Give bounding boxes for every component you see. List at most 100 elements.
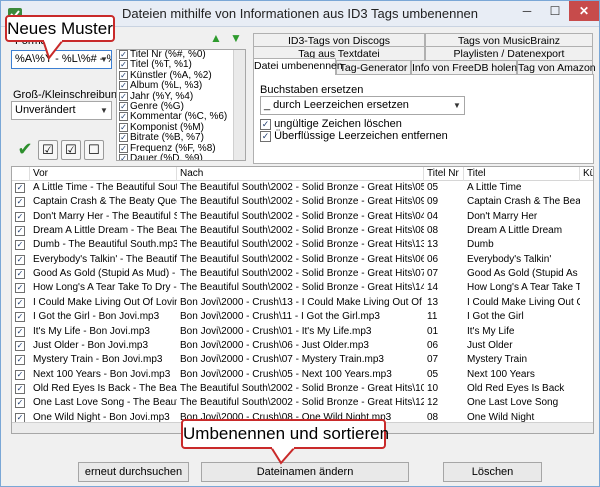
- check-selected-icon[interactable]: ☑: [38, 140, 58, 160]
- arrow-down-icon[interactable]: ▼: [229, 31, 243, 45]
- placeholder-field-list[interactable]: ✓ Titel Nr (%#, %0) ✓ Titel (%T, %1) ✓ Künstl…: [116, 49, 246, 161]
- header-after[interactable]: Nach: [177, 167, 424, 181]
- field-checkbox[interactable]: ✓: [119, 101, 128, 111]
- cell-track-no: 10: [427, 382, 439, 394]
- rescan-button[interactable]: erneut durchsuchen: [78, 462, 189, 482]
- replace-combo[interactable]: _ durch Leerzeichen ersetzen ▼: [260, 96, 465, 115]
- cell-track-no: 09: [427, 196, 439, 208]
- tab-freedb[interactable]: Info von FreeDB holen: [411, 60, 517, 75]
- row-checkbox[interactable]: ✓: [15, 398, 25, 409]
- cell-after: The Beautiful South\2002 - Solid Bronze …: [180, 397, 424, 409]
- file-list[interactable]: Vor Nach Titel Nr Titel Kü ✓ A Little Tim…: [11, 166, 594, 434]
- field-list-item[interactable]: ✓ Dauer (%D, %9): [117, 153, 245, 161]
- replace-label: Buchstaben ersetzen: [260, 84, 364, 96]
- tab-amazon[interactable]: Tag von Amazon: [517, 60, 596, 75]
- field-label: Dauer (%D, %9): [130, 153, 203, 161]
- tab-playlists[interactable]: Playlisten / Datenexport: [425, 46, 593, 61]
- row-checkbox[interactable]: ✓: [15, 254, 25, 265]
- row-checkbox[interactable]: ✓: [15, 211, 25, 222]
- cell-after: Bon Jovi\2000 - Crush\13 - I Could Make …: [180, 296, 424, 308]
- tab-rename[interactable]: Datei umbenennen: [253, 58, 343, 75]
- callout-pointer-icon: [41, 40, 65, 60]
- field-label: Genre (%G): [130, 101, 184, 113]
- row-checkbox[interactable]: ✓: [15, 326, 25, 337]
- row-checkbox[interactable]: ✓: [15, 240, 25, 251]
- field-checkbox[interactable]: ✓: [119, 60, 128, 70]
- table-row[interactable]: ✓ Next 100 Years - Bon Jovi.mp3 Bon Jovi\2…: [12, 368, 593, 382]
- minimize-button[interactable]: ─: [513, 1, 541, 21]
- field-checkbox[interactable]: ✓: [119, 122, 128, 132]
- table-row[interactable]: ✓ A Little Time - The Beautiful Sout... Th…: [12, 181, 593, 195]
- table-row[interactable]: ✓ It's My Life - Bon Jovi.mp3 Bon Jovi\200…: [12, 325, 593, 339]
- cell-before: Next 100 Years - Bon Jovi.mp3: [33, 368, 171, 380]
- row-checkbox[interactable]: ✓: [15, 312, 25, 323]
- checkbox-empty-icon[interactable]: ☐: [84, 140, 104, 160]
- option-extra-spaces[interactable]: ✓ Überflüssige Leerzeichen entfernen: [260, 130, 448, 142]
- cell-before: Just Older - Bon Jovi.mp3: [33, 339, 149, 351]
- field-checkbox[interactable]: ✓: [119, 133, 128, 143]
- case-value: Unverändert: [15, 104, 76, 116]
- field-label: Titel Nr (%#, %0): [130, 49, 206, 61]
- cell-track-no: 06: [427, 339, 439, 351]
- field-list-scrollbar[interactable]: [233, 50, 245, 160]
- table-row[interactable]: ✓ Just Older - Bon Jovi.mp3 Bon Jovi\2000 …: [12, 339, 593, 353]
- cell-title: I Could Make Living Out Of L: [467, 296, 580, 308]
- field-checkbox[interactable]: ✓: [119, 70, 128, 80]
- row-checkbox[interactable]: ✓: [15, 340, 25, 351]
- row-checkbox[interactable]: ✓: [15, 197, 25, 208]
- table-row[interactable]: ✓ Dumb - The Beautiful South.mp3 The Beaut…: [12, 238, 593, 252]
- cell-track-no: 01: [427, 325, 439, 337]
- checkbox-invalid-chars[interactable]: ✓: [260, 118, 271, 130]
- checkbox-checked-icon[interactable]: ☑: [61, 140, 81, 160]
- cell-after: Bon Jovi\2000 - Crush\11 - I Got the Gir…: [180, 311, 380, 323]
- header-track-no[interactable]: Titel Nr: [424, 167, 464, 181]
- table-row[interactable]: ✓ Dream A Little Dream - The Beauti...The…: [12, 224, 593, 238]
- callout-rename-sort: Umbenennen und sortieren: [181, 419, 389, 449]
- table-row[interactable]: ✓ I Got the Girl - Bon Jovi.mp3 Bon Jovi\2…: [12, 310, 593, 324]
- field-checkbox[interactable]: ✓: [119, 153, 128, 160]
- row-checkbox[interactable]: ✓: [15, 383, 25, 394]
- row-checkbox[interactable]: ✓: [15, 297, 25, 308]
- cell-before: Captain Crash & The Beaty Quee...: [33, 196, 177, 208]
- row-checkbox[interactable]: ✓: [15, 369, 25, 380]
- table-row[interactable]: ✓ Good As Gold (Stupid As Mud) - T... The …: [12, 267, 593, 281]
- header-before[interactable]: Vor: [30, 167, 177, 181]
- field-checkbox[interactable]: ✓: [119, 112, 128, 122]
- table-row[interactable]: ✓ Old Red Eyes Is Back - The Beaut...The …: [12, 382, 593, 396]
- row-checkbox[interactable]: ✓: [15, 183, 25, 193]
- row-checkbox[interactable]: ✓: [15, 283, 25, 294]
- table-row[interactable]: ✓ How Long's A Tear Take To Dry - ... The …: [12, 281, 593, 295]
- rename-files-button[interactable]: Dateinamen ändern: [201, 462, 409, 482]
- table-row[interactable]: ✓ Mystery Train - Bon Jovi.mp3 Bon Jovi\20…: [12, 353, 593, 367]
- field-checkbox[interactable]: ✓: [119, 50, 128, 59]
- table-row[interactable]: ✓ Don't Marry Her - The Beautiful S... The…: [12, 210, 593, 224]
- table-row[interactable]: ✓ One Last Love Song - The Beautif... The …: [12, 396, 593, 410]
- close-button[interactable]: ✕: [569, 1, 599, 21]
- table-row[interactable]: ✓ I Could Make Living Out Of Lovin'... Bon…: [12, 296, 593, 310]
- table-row[interactable]: ✓ Captain Crash & The Beaty Quee... The Be…: [12, 195, 593, 209]
- header-title[interactable]: Titel: [464, 167, 580, 181]
- header-artist[interactable]: Kü: [580, 167, 593, 181]
- field-checkbox[interactable]: ✓: [119, 81, 128, 91]
- field-checkbox[interactable]: ✓: [119, 91, 128, 101]
- arrow-up-icon[interactable]: ▲: [209, 31, 223, 45]
- cell-track-no: 13: [427, 296, 439, 308]
- tab-tag-generator[interactable]: Tag-Generator: [336, 60, 411, 75]
- case-combo[interactable]: Unverändert ▼: [11, 101, 112, 120]
- row-checkbox[interactable]: ✓: [15, 355, 25, 366]
- cell-title: Mystery Train: [467, 354, 528, 366]
- cell-track-no: 11: [427, 311, 438, 323]
- row-checkbox[interactable]: ✓: [15, 269, 25, 280]
- cell-track-no: 05: [427, 368, 439, 380]
- row-checkbox[interactable]: ✓: [15, 226, 25, 237]
- cell-track-no: 12: [427, 397, 439, 409]
- check-all-icon[interactable]: ✔: [15, 140, 35, 160]
- field-checkbox[interactable]: ✓: [119, 143, 128, 153]
- checkbox-extra-spaces[interactable]: ✓: [260, 130, 271, 142]
- maximize-button[interactable]: ☐: [541, 1, 569, 21]
- delete-button[interactable]: Löschen: [443, 462, 542, 482]
- cell-after: The Beautiful South\2002 - Solid Bronze …: [180, 182, 424, 193]
- option-invalid-chars[interactable]: ✓ ungültige Zeichen löschen: [260, 118, 402, 130]
- table-row[interactable]: ✓ Everybody's Talkin' - The Beautiful...T…: [12, 253, 593, 267]
- cell-title: Dumb: [467, 239, 494, 251]
